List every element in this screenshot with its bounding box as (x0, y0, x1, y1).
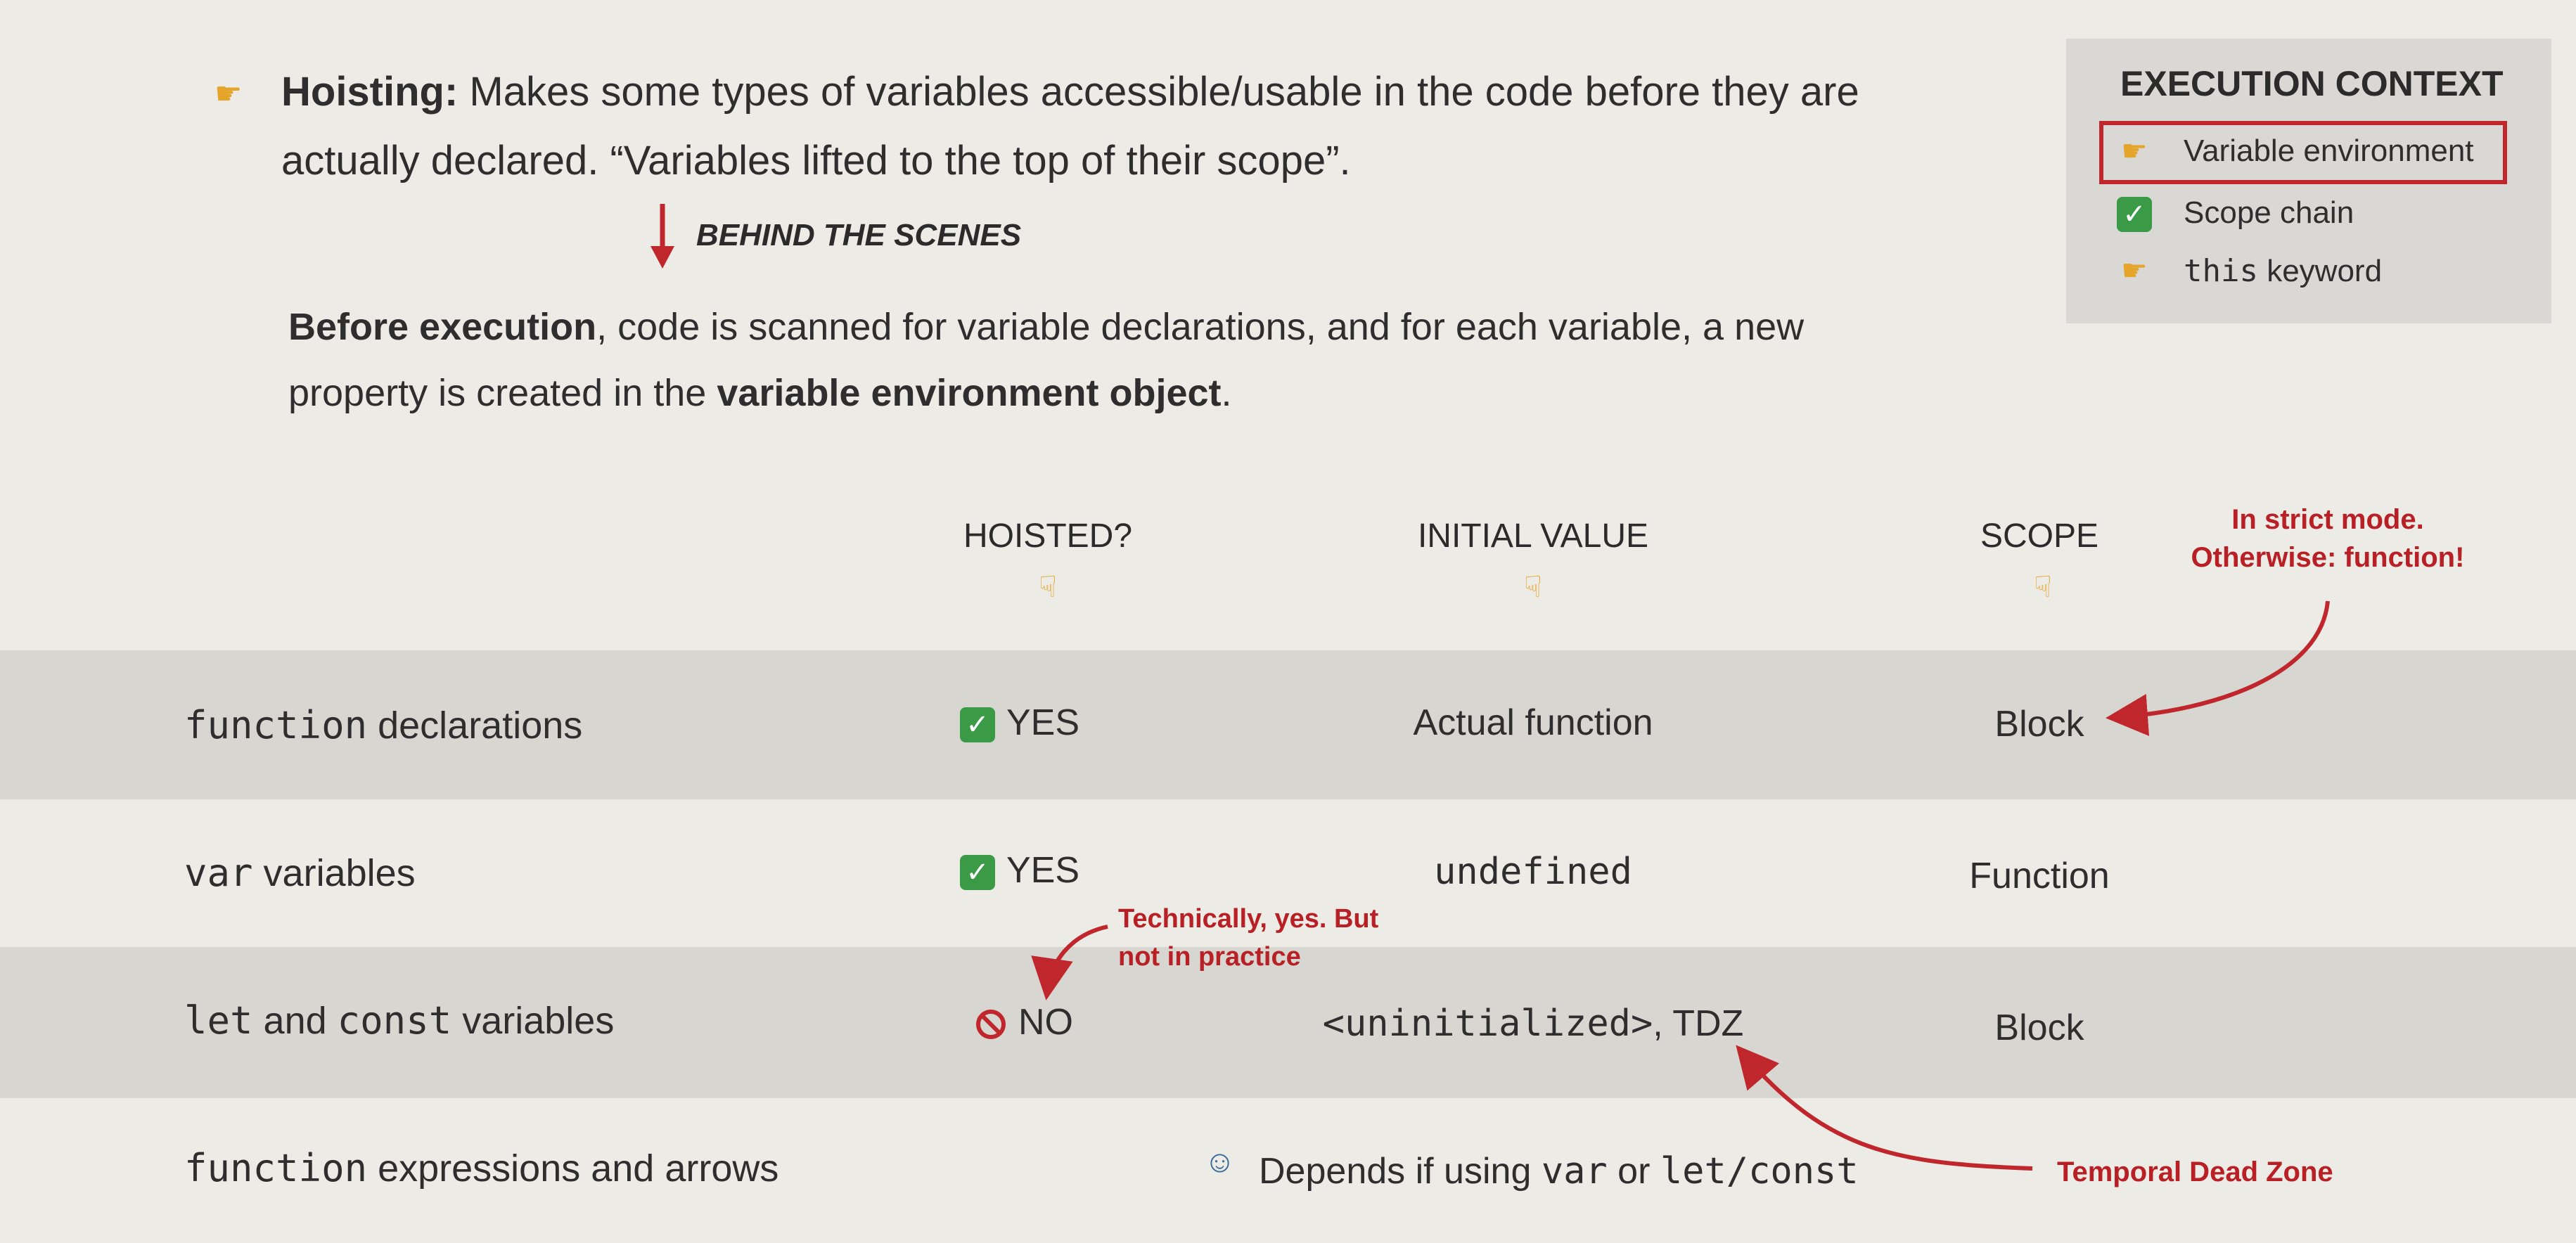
strict-mode-arrow (2106, 600, 2330, 736)
tdz-arrow (1736, 1045, 2033, 1171)
annotation-arrows (1031, 600, 2330, 1171)
technically-arrow (1031, 925, 1108, 1000)
